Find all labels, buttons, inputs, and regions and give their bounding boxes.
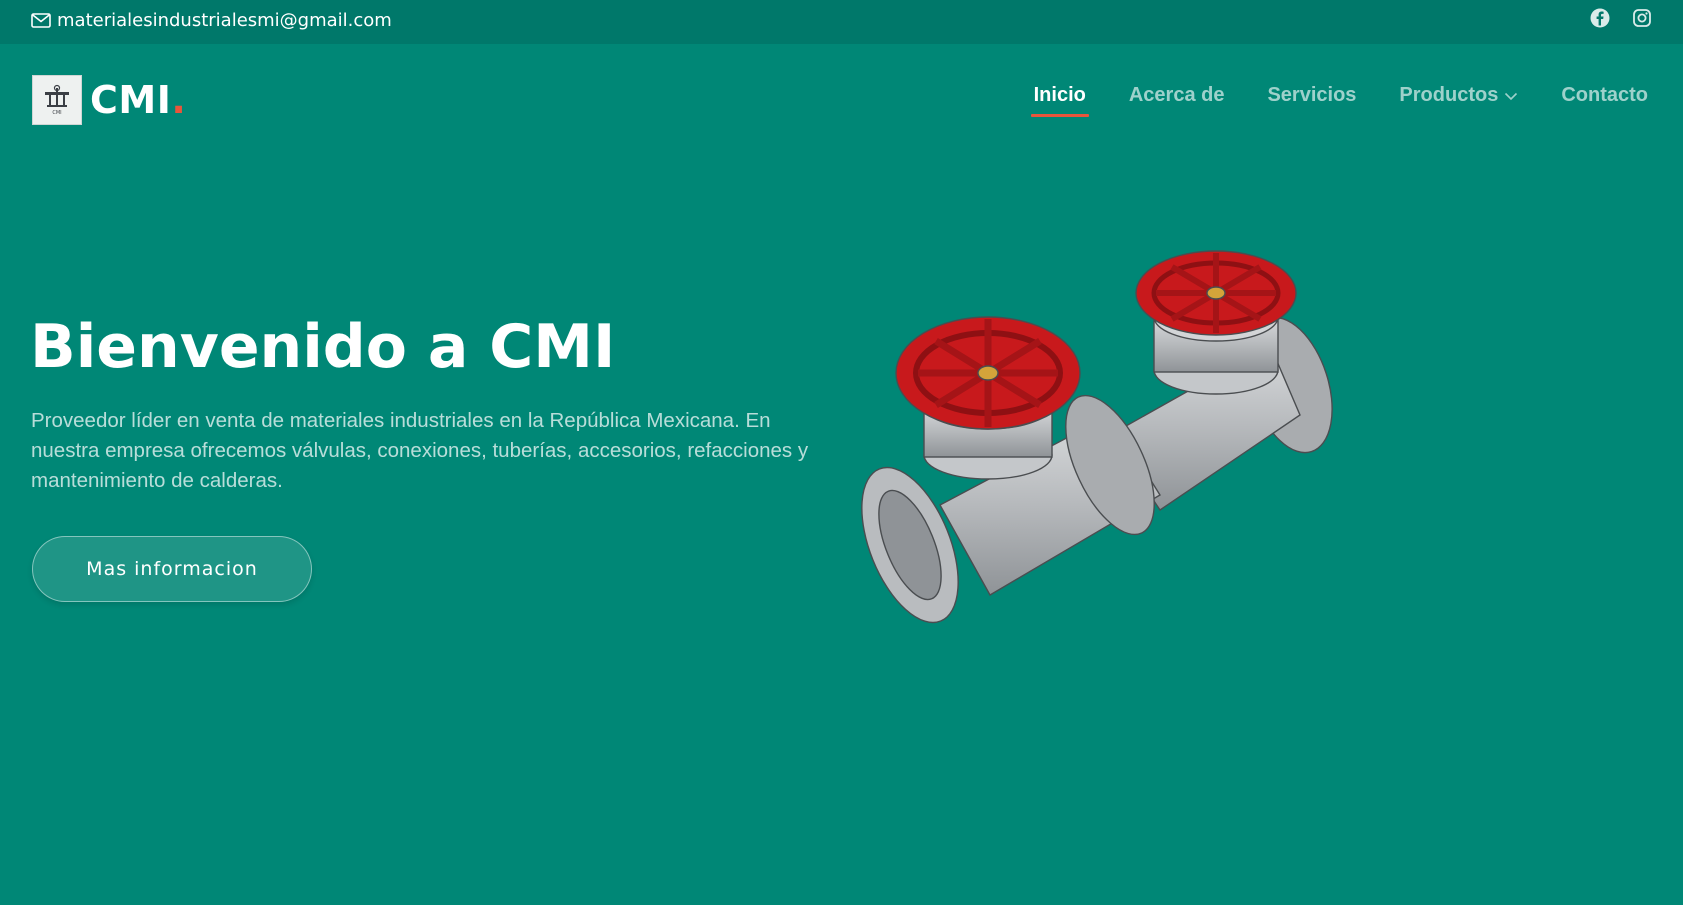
hero-title: Bienvenido a CMI [30, 312, 616, 382]
envelope-icon [31, 12, 51, 28]
site-logo[interactable]: CMI CMI. [32, 75, 186, 125]
logo-text: CMI. [90, 78, 187, 122]
nav-item-acerca-de[interactable]: Acerca de [1129, 84, 1225, 117]
gate-valves-illustration [860, 245, 1340, 670]
email-address: materialesindustrialesmi@gmail.com [57, 9, 392, 31]
social-links [1590, 8, 1652, 28]
nav-item-contacto[interactable]: Contacto [1561, 84, 1648, 117]
hero-description: Proveedor líder en venta de materiales i… [31, 409, 809, 492]
site-header: CMI CMI. Inicio Acerca de Servicios Prod… [0, 44, 1683, 156]
instagram-icon[interactable] [1632, 8, 1652, 28]
more-info-button[interactable]: Mas informacion [32, 536, 312, 602]
logo-accent-dot: . [171, 78, 187, 122]
logo-image: CMI [32, 75, 82, 125]
nav-item-productos[interactable]: Productos [1399, 84, 1518, 117]
chevron-down-icon [1504, 84, 1518, 107]
email-contact[interactable]: materialesindustrialesmi@gmail.com [31, 8, 392, 32]
main-nav: Inicio Acerca de Servicios Productos Con… [1030, 84, 1648, 117]
logo-image-caption: CMI [52, 110, 61, 116]
nav-item-servicios[interactable]: Servicios [1267, 84, 1356, 117]
nav-item-inicio[interactable]: Inicio [1030, 84, 1090, 117]
top-bar: materialesindustrialesmi@gmail.com [0, 0, 1683, 44]
facebook-icon[interactable] [1590, 8, 1610, 28]
